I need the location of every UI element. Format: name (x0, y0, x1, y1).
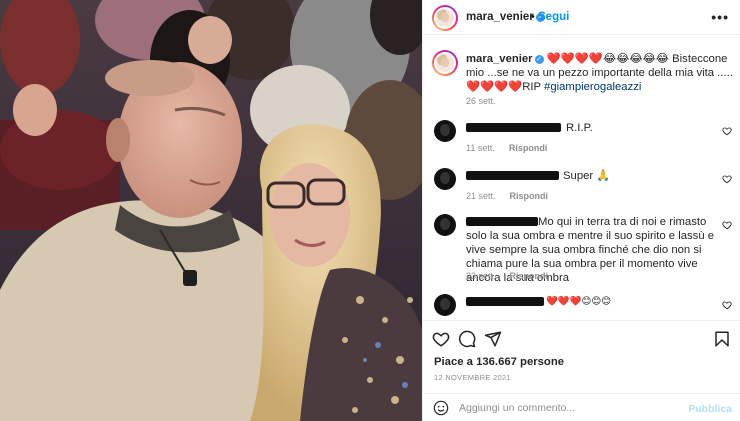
post-photo[interactable] (0, 0, 422, 421)
comment-meta: 11 sett. Rispondi (466, 143, 548, 153)
redacted-username (466, 297, 544, 306)
likes-count[interactable]: Piace a 136.667 persone (434, 356, 564, 368)
post-date: 12 NOVEMBRE 2021 (434, 373, 511, 382)
comment-like-heart-icon[interactable] (722, 300, 732, 310)
follow-button[interactable]: Segui (538, 11, 569, 23)
post-panel: mara_venier ✓ • Segui ••• mara_venier ✓ ❤️… (422, 0, 740, 421)
comment-text: Super 🙏 (563, 170, 611, 182)
post-header: mara_venier ✓ • Segui ••• (423, 0, 740, 35)
comment-text: R.I.P. (566, 122, 593, 134)
verified-icon: ✓ (534, 55, 544, 64)
comment-meta: 23 sett. Rispondi (466, 271, 549, 281)
comment-meta: 21 sett. Rispondi (466, 191, 549, 201)
caption-timestamp[interactable]: 26 sett. (466, 96, 496, 106)
reply-button[interactable]: Rispondi (510, 191, 549, 201)
post-actions: Piace a 136.667 persone 12 NOVEMBRE 2021… (423, 320, 740, 421)
emoji-icon[interactable] (433, 400, 449, 416)
heart-icon[interactable] (432, 330, 450, 348)
reply-button[interactable]: Rispondi (509, 143, 548, 153)
add-comment-bar: Pubblica (423, 393, 740, 421)
bookmark-icon[interactable] (713, 330, 731, 348)
comment-like-heart-icon[interactable] (722, 220, 732, 230)
redacted-username (466, 171, 559, 180)
post-image (0, 0, 422, 421)
caption-username[interactable]: mara_venier (466, 53, 533, 65)
comments-list[interactable]: mara_venier ✓ ❤️❤️❤️❤️😂😂😂😂😂 Bisteccone mi… (423, 36, 740, 319)
comment-like-heart-icon[interactable] (722, 174, 732, 184)
caption-avatar[interactable] (432, 50, 458, 76)
commenter-avatar[interactable] (434, 214, 456, 236)
redacted-username (466, 123, 561, 132)
caption-hashtag[interactable]: #giampierogaleazzi (544, 81, 641, 93)
commenter-avatar[interactable] (434, 294, 456, 316)
caption-emojis: ❤️❤️❤️❤️😂😂😂😂😂 (546, 53, 669, 65)
comment-text: ❤️❤️❤️😊😊😊 (546, 296, 612, 307)
comment-like-heart-icon[interactable] (722, 126, 732, 136)
reply-button[interactable]: Rispondi (510, 271, 549, 281)
publish-button[interactable]: Pubblica (688, 403, 732, 415)
comment-input[interactable] (459, 399, 679, 417)
post-caption: mara_venier ✓ ❤️❤️❤️❤️😂😂😂😂😂 Bisteccone mi… (466, 52, 736, 94)
share-icon[interactable] (484, 330, 502, 348)
author-avatar[interactable] (432, 5, 458, 31)
separator-dot: • (531, 11, 535, 23)
commenter-avatar[interactable] (434, 168, 456, 190)
commenter-avatar[interactable] (434, 120, 456, 142)
comment-icon[interactable] (458, 330, 476, 348)
more-icon[interactable]: ••• (711, 9, 729, 25)
